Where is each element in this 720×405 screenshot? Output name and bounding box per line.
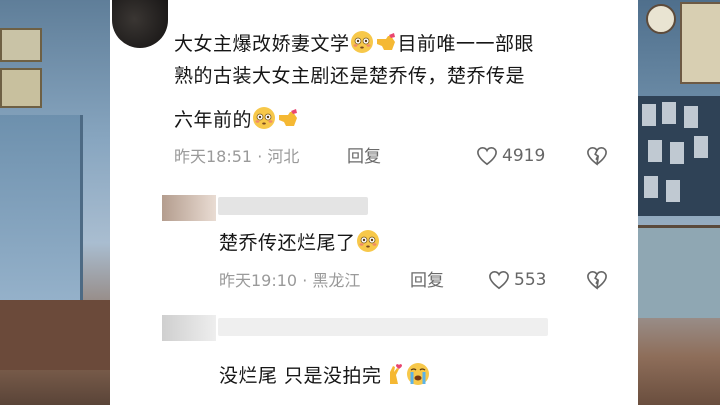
- window: [638, 96, 720, 216]
- username[interactable]: [218, 318, 548, 336]
- desk: [0, 300, 110, 370]
- reply-button[interactable]: 回复: [410, 271, 444, 291]
- comment-1-text: 大女主爆改娇妻文学 目前唯一一部眼: [174, 28, 634, 60]
- broken-heart-icon[interactable]: [586, 270, 608, 290]
- background-right: [638, 0, 720, 405]
- crossed-fingers-heart-emoji: [389, 364, 402, 384]
- comment-panel: 大女主爆改娇妻文学 目前唯一一部眼 熟的古装大女主剧还是楚乔传，楚乔传是 六年前的…: [110, 0, 638, 405]
- notice-board: [680, 2, 720, 84]
- comment-1-text-line2: 熟的古装大女主剧还是楚乔传，楚乔传是: [174, 65, 526, 87]
- comment-2-text: 楚乔传还烂尾了: [219, 227, 380, 259]
- avatar[interactable]: [162, 315, 216, 341]
- like-button[interactable]: 553: [488, 270, 546, 290]
- flushed-face-emoji: [253, 107, 276, 129]
- reply-button[interactable]: 回复: [347, 147, 381, 167]
- username[interactable]: [218, 197, 368, 215]
- avatar[interactable]: [112, 0, 168, 48]
- heart-outline-icon: [488, 270, 510, 290]
- flushed-face-emoji: [350, 31, 373, 53]
- like-count: 4919: [502, 146, 546, 166]
- comment-2-meta: 昨天19:10 · 黑龙江: [219, 271, 361, 290]
- heart-outline-icon: [476, 146, 498, 166]
- pointing-hand-emoji: [279, 109, 298, 126]
- wall-board: [0, 68, 42, 108]
- flushed-face-emoji: [356, 230, 379, 252]
- like-button[interactable]: 4919: [476, 146, 545, 166]
- avatar[interactable]: [162, 195, 216, 221]
- like-count: 553: [514, 270, 547, 290]
- comment-1-meta: 昨天18:51 · 河北: [174, 147, 300, 166]
- crying-face-emoji: [406, 363, 429, 385]
- broken-heart-icon[interactable]: [586, 146, 608, 166]
- wall-board: [0, 28, 42, 62]
- blackboard: [638, 225, 720, 318]
- clock: [646, 4, 676, 34]
- comment-3-text: 没烂尾 只是没拍完: [219, 360, 430, 392]
- pointing-hand-emoji: [376, 33, 395, 50]
- comment-1-text-line3: 六年前的: [174, 104, 634, 136]
- background-left: [0, 0, 110, 405]
